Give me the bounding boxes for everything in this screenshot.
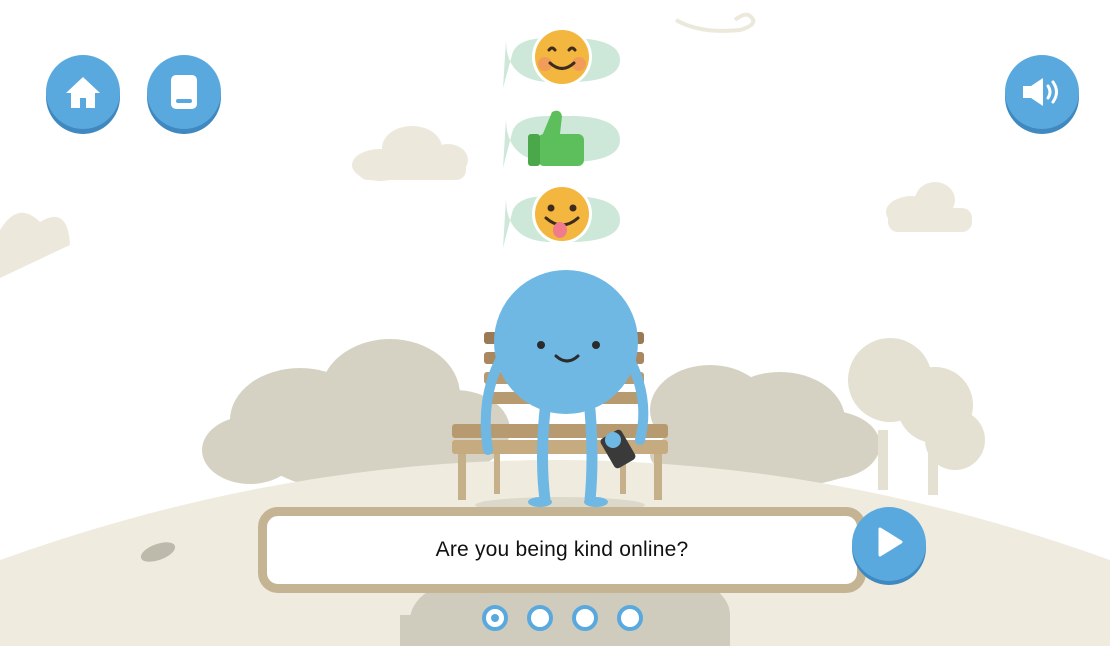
next-button[interactable] — [852, 507, 926, 581]
cloud-far-left — [0, 212, 70, 278]
pagination — [480, 605, 650, 633]
tree-right — [848, 338, 985, 495]
pagination-dot-4[interactable] — [617, 605, 643, 631]
sound-button[interactable] — [1005, 55, 1079, 129]
home-button[interactable] — [46, 55, 120, 129]
dialog-box: Are you being kind online? — [258, 507, 866, 593]
reaction-bubble-smile — [503, 27, 620, 88]
home-icon — [64, 74, 102, 110]
speaker-icon — [1020, 75, 1064, 109]
dialog-text: Are you being kind online? — [435, 538, 689, 561]
cloud-left — [352, 126, 468, 181]
pagination-dot-3[interactable] — [572, 605, 598, 631]
pagination-dot-2[interactable] — [527, 605, 553, 631]
play-icon — [874, 526, 904, 563]
reaction-bubble-thumbs-up — [503, 110, 620, 168]
book-button[interactable] — [147, 55, 221, 129]
cloud-right — [886, 182, 972, 232]
pagination-dot-1[interactable] — [482, 605, 508, 631]
wind-swirl — [674, 12, 756, 33]
book-icon — [168, 73, 200, 111]
reaction-bubble-tongue — [503, 184, 620, 248]
